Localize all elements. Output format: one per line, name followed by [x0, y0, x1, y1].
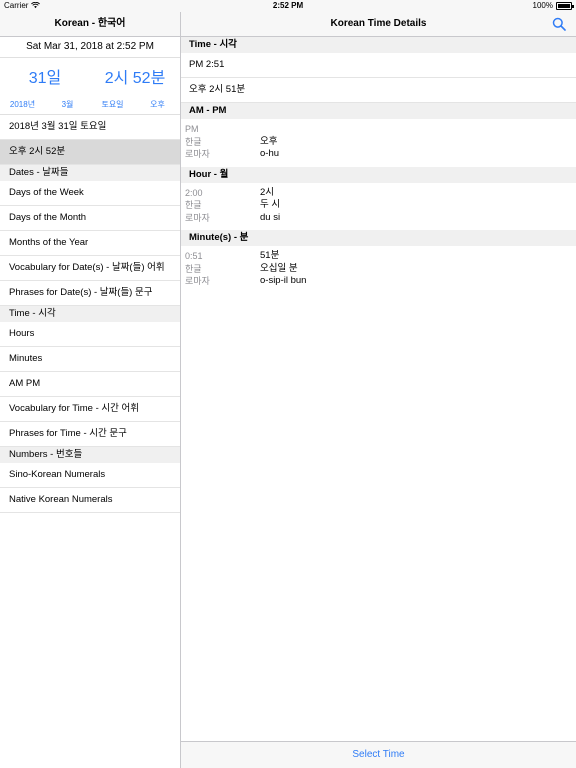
list-item-months-of-year[interactable]: Months of the Year: [0, 231, 180, 256]
list-item-days-of-month[interactable]: Days of the Month: [0, 206, 180, 231]
hour-english-value: 2시: [260, 186, 275, 198]
ampm-korean[interactable]: 오후: [135, 99, 180, 110]
section-header-numbers: Numbers - 번호들: [0, 447, 180, 463]
list-item-hours[interactable]: Hours: [0, 322, 180, 347]
status-bar: Carrier 2:52 PM 100%: [0, 0, 576, 12]
minute-row-hangul: 한글 오십일 분: [185, 263, 576, 276]
minute-detail: 0:51 51분 한글 오십일 분 로마자 o-sip-il bun: [181, 246, 576, 294]
ampm-romanization-key: 로마자: [185, 149, 210, 159]
ampm-row-english: PM: [185, 123, 576, 136]
year-korean[interactable]: 2018년: [0, 99, 45, 110]
detail-section-time: Time - 시각: [181, 37, 576, 53]
hour-hangul-value: 두 시: [260, 199, 281, 210]
ampm-romanization-value: o-hu: [260, 148, 280, 159]
minute-english-value: 51분: [260, 250, 280, 261]
hour-english-key: 2:00: [185, 187, 203, 198]
minute-row-romanization: 로마자 o-sip-il bun: [185, 275, 576, 288]
master-nav-bar: Korean - 한국어: [0, 12, 180, 37]
ampm-row-romanization: 로마자 o-hu: [185, 148, 576, 161]
list-item-sino-korean-numerals[interactable]: Sino-Korean Numerals: [0, 463, 180, 488]
minute-hangul-value: 오십일 분: [260, 262, 298, 274]
list-item-time-vocabulary[interactable]: Vocabulary for Time - 시간 어휘: [0, 397, 180, 422]
detail-section-minute: Minute(s) - 분: [181, 230, 576, 246]
ampm-detail: PM 한글 오후 로마자 o-hu: [181, 119, 576, 167]
hour-row-english: 2:00 2시: [185, 187, 576, 200]
status-time: 2:52 PM: [272, 1, 304, 10]
big-date-row: 31일 2시 52분: [0, 58, 180, 94]
section-header-dates: Dates - 날짜들: [0, 165, 180, 181]
current-date-line: Sat Mar 31, 2018 at 2:52 PM: [0, 37, 180, 58]
detail-section-hour: Hour - 월: [181, 166, 576, 183]
list-item-minutes[interactable]: Minutes: [0, 347, 180, 372]
full-time-row[interactable]: 오후 2시 52분: [0, 140, 180, 165]
select-time-button[interactable]: Select Time: [181, 741, 576, 768]
detail-nav-bar: Korean Time Details: [181, 12, 576, 37]
detail-pane: Korean Time Details Time - 시각 PM 2:51 오후…: [181, 12, 576, 768]
master-title: Korean - 한국어: [54, 18, 126, 29]
minute-romanization-key: 로마자: [185, 276, 210, 286]
battery-icon: [556, 2, 574, 10]
hour-romanization-key: 로마자: [185, 212, 210, 223]
battery-percent: 100%: [532, 1, 553, 10]
hour-row-hangul: 한글 두 시: [185, 199, 576, 212]
small-date-row: 2018년 3월 토요일 오후: [0, 94, 180, 115]
weekday-korean[interactable]: 토요일: [90, 99, 135, 110]
detail-section-ampm: AM - PM: [181, 103, 576, 119]
list-item-time-phrases[interactable]: Phrases for Time - 시간 문구: [0, 422, 180, 447]
list-item-native-korean-numerals[interactable]: Native Korean Numerals: [0, 488, 180, 513]
ampm-row-hangul: 한글 오후: [185, 136, 576, 149]
full-date-row[interactable]: 2018년 3월 31일 토요일: [0, 115, 180, 140]
minute-row-english: 0:51 51분: [185, 250, 576, 263]
month-korean[interactable]: 3월: [45, 99, 90, 110]
ampm-hangul-key: 한글: [185, 136, 202, 147]
list-item-days-of-week[interactable]: Days of the Week: [0, 181, 180, 206]
time-korean[interactable]: 2시 52분: [90, 64, 180, 88]
time-english-row: PM 2:51: [181, 53, 576, 78]
hour-romanization-value: du si: [260, 211, 281, 223]
ampm-hangul-value: 오후: [260, 135, 278, 147]
search-icon[interactable]: [552, 17, 566, 31]
hour-row-romanization: 로마자 du si: [185, 212, 576, 225]
minute-romanization-value: o-sip-il bun: [260, 275, 307, 286]
minute-english-key: 0:51: [185, 251, 203, 261]
master-pane: Korean - 한국어 Sat Mar 31, 2018 at 2:52 PM…: [0, 12, 181, 768]
section-header-time: Time - 시각: [0, 306, 180, 322]
day-korean[interactable]: 31일: [0, 64, 90, 88]
ampm-english-key: PM: [185, 124, 199, 134]
hour-hangul-key: 한글: [185, 200, 202, 210]
minute-hangul-key: 한글: [185, 263, 202, 274]
detail-title: Korean Time Details: [330, 18, 427, 29]
list-item-date-phrases[interactable]: Phrases for Date(s) - 날짜(들) 문구: [0, 281, 180, 306]
list-item-am-pm[interactable]: AM PM: [0, 372, 180, 397]
time-korean-row: 오후 2시 51분: [181, 78, 576, 103]
hour-detail: 2:00 2시 한글 두 시 로마자 du si: [181, 183, 576, 231]
battery-indicator: 100%: [532, 0, 574, 12]
list-item-date-vocabulary[interactable]: Vocabulary for Date(s) - 날짜(들) 어휘: [0, 256, 180, 281]
